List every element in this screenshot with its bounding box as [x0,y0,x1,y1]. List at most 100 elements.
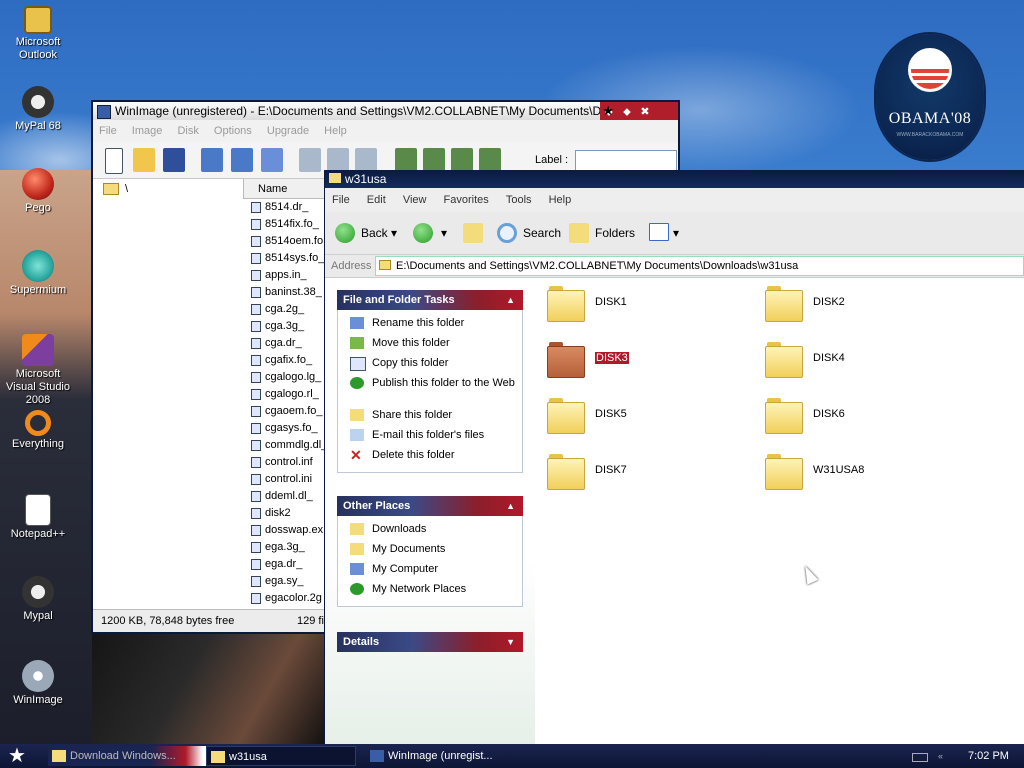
file-row[interactable]: cga.dr_ [243,335,325,352]
menu-tools[interactable]: Tools [499,188,539,212]
inject-icon[interactable] [327,148,349,172]
place-downloads[interactable]: Downloads [338,522,522,542]
file-row[interactable]: dosswap.ex [243,522,325,539]
taskbar-item-download[interactable]: Download Windows... [48,746,220,766]
menu-file[interactable]: File [93,120,123,142]
desktop-icon-winimage[interactable]: WinImage [0,660,76,707]
file-row[interactable]: 8514fix.fo_ [243,216,325,233]
file-row[interactable]: baninst.38_ [243,284,325,301]
place-my-computer[interactable]: My Computer [338,562,522,582]
desktop-icon-outlook[interactable]: Microsoft Outlook [0,6,76,62]
explorer-titlebar[interactable]: w31usa [325,170,1024,188]
desktop-icon-supermium[interactable]: Supermium [0,250,76,297]
file-row[interactable]: 8514.dr_ [243,199,325,216]
mypal-raccoon-icon [22,86,54,118]
file-folder-tasks-header[interactable]: File and Folder Tasks ▲ [337,290,523,310]
taskbar-item-winimage[interactable]: WinImage (unregist... [366,746,538,766]
file-row[interactable]: egacolor.2g [243,590,325,607]
sort-size-icon[interactable] [451,148,473,172]
folders-button[interactable]: Folders [569,220,635,246]
label-input[interactable] [575,150,677,172]
file-row[interactable]: cgafix.fo_ [243,352,325,369]
column-header-name[interactable]: Name [243,179,325,199]
up-button[interactable] [461,220,485,246]
place-network[interactable]: My Network Places [338,582,522,602]
task-copy[interactable]: Copy this folder [338,356,522,376]
menu-options[interactable]: Options [208,120,258,142]
tray-expand-icon[interactable]: « [938,744,943,768]
read-disk-icon[interactable] [201,148,223,172]
winimage-titlebar[interactable]: WinImage (unregistered) - E:\Documents a… [93,102,678,120]
address-input[interactable]: E:\Documents and Settings\VM2.COLLABNET\… [375,256,1024,276]
maximize-button[interactable]: ⬥ [618,103,636,120]
share-icon [350,409,364,421]
menu-upgrade[interactable]: Upgrade [261,120,315,142]
search-button[interactable]: Search [497,220,561,246]
file-row[interactable]: disk2 [243,505,325,522]
menu-help[interactable]: Help [542,188,579,212]
file-row[interactable]: ega.3g_ [243,539,325,556]
desktop-icon-mypal68[interactable]: MyPal 68 [0,86,76,133]
file-row[interactable]: commdlg.dl_ [243,437,325,454]
forward-button[interactable]: ▾ [413,220,453,246]
file-row[interactable]: cgaoem.fo_ [243,403,325,420]
file-row[interactable]: ddeml.dl_ [243,488,325,505]
task-delete[interactable]: ✕ Delete this folder [338,448,522,468]
taskbar-item-w31usa[interactable]: w31usa [206,746,356,766]
file-row[interactable]: cgasys.fo_ [243,420,325,437]
menu-file[interactable]: File [325,188,357,212]
task-email[interactable]: E-mail this folder's files [338,428,522,448]
menu-view[interactable]: View [396,188,434,212]
start-button[interactable]: ★ [0,744,40,768]
file-row[interactable]: control.inf [243,454,325,471]
menu-disk[interactable]: Disk [171,120,204,142]
desktop-icon-notepadpp[interactable]: Notepad++ [0,494,76,541]
winimage-title: WinImage (unregistered) - E:\Documents a… [115,104,634,118]
file-row[interactable]: cgalogo.lg_ [243,369,325,386]
file-row[interactable]: cga.2g_ [243,301,325,318]
desktop-icon-visual-studio[interactable]: Microsoft Visual Studio 2008 [0,334,76,407]
menu-image[interactable]: Image [126,120,169,142]
menu-help[interactable]: Help [318,120,353,142]
clock[interactable]: 7:02 PM [968,744,1009,768]
file-row[interactable]: cga.3g_ [243,318,325,335]
file-row[interactable]: control.ini [243,471,325,488]
save-icon[interactable] [163,148,185,172]
file-row[interactable]: 8514oem.fo [243,233,325,250]
desktop-icon-label: Notepad++ [10,528,66,540]
file-row[interactable]: 8514sys.fo_ [243,250,325,267]
folder-icon [765,398,803,434]
task-move[interactable]: Move this folder [338,336,522,356]
desktop-icon-label: Microsoft Outlook [15,36,61,61]
desktop-icon-everything[interactable]: Everything [0,410,76,451]
sort-ext-icon[interactable] [423,148,445,172]
views-button[interactable]: ▾ [649,220,681,246]
file-row[interactable]: apps.in_ [243,267,325,284]
file-row[interactable]: cgalogo.rl_ [243,386,325,403]
menu-edit[interactable]: Edit [360,188,393,212]
file-icon [251,406,261,417]
task-publish[interactable]: Publish this folder to the Web [338,376,522,408]
task-share[interactable]: Share this folder [338,408,522,428]
task-rename[interactable]: Rename this folder [338,316,522,336]
menu-favorites[interactable]: Favorites [437,188,496,212]
details-header[interactable]: Details ▼ [337,632,523,652]
place-my-documents[interactable]: My Documents [338,542,522,562]
check-icon[interactable] [355,148,377,172]
close-button[interactable]: ✖ [636,103,654,120]
desktop-icon-mypal[interactable]: Mypal [0,576,76,623]
desktop-icon-pego[interactable]: Pego [0,168,76,215]
sort-name-icon[interactable] [395,148,417,172]
tree-root[interactable]: \ [103,183,128,196]
back-button[interactable]: Back ▾ [335,220,403,246]
format-icon[interactable] [261,148,283,172]
open-icon[interactable] [133,148,155,172]
write-disk-icon[interactable] [231,148,253,172]
file-row[interactable]: ega.sy_ [243,573,325,590]
sort-date-icon[interactable] [479,148,501,172]
other-places-header[interactable]: Other Places ▲ [337,496,523,516]
extract-icon[interactable] [299,148,321,172]
file-row[interactable]: ega.dr_ [243,556,325,573]
new-icon[interactable] [105,148,123,174]
keyboard-icon[interactable] [912,753,928,762]
